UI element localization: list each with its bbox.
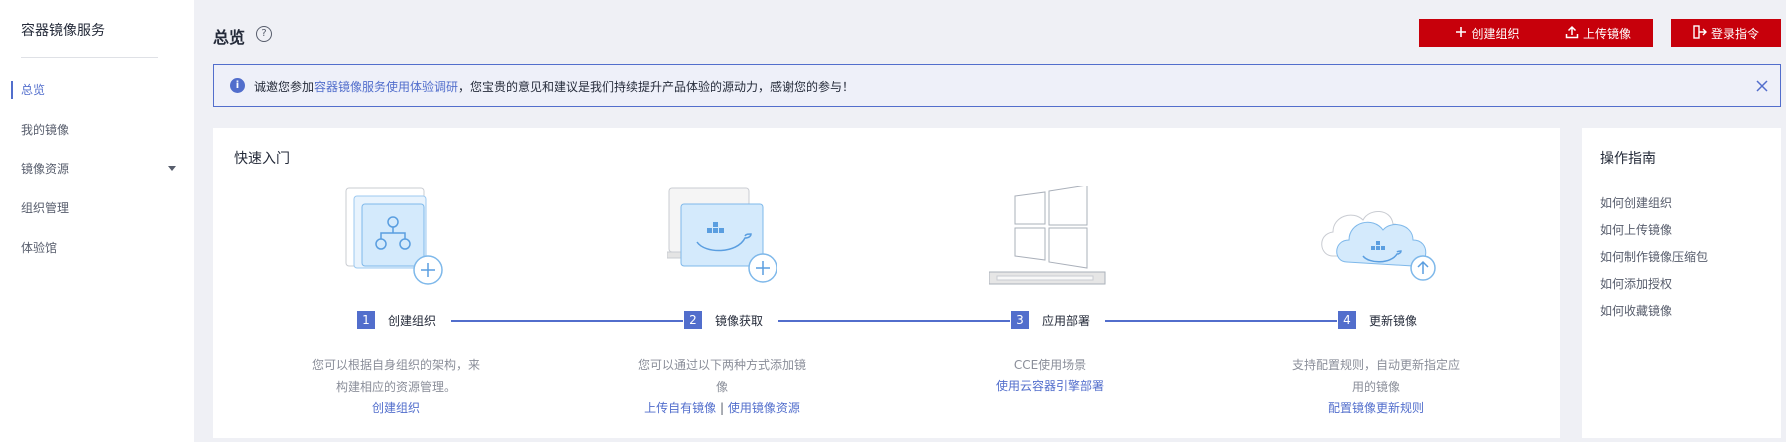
step-number: 1 bbox=[357, 311, 375, 329]
sidebar-item-org-management[interactable]: 组织管理 bbox=[21, 198, 181, 218]
update-image-illustration bbox=[1321, 211, 1436, 281]
step-number: 4 bbox=[1338, 311, 1356, 329]
guide-link-upload-image[interactable]: 如何上传镜像 bbox=[1600, 221, 1672, 238]
login-command-label: 登录指令 bbox=[1710, 26, 1759, 41]
step-connector bbox=[778, 320, 1010, 322]
step-label: 应用部署 bbox=[1042, 314, 1091, 328]
step-connector bbox=[451, 320, 683, 322]
use-cce-deploy-link[interactable]: 使用云容器引擎部署 bbox=[996, 379, 1104, 393]
plus-icon bbox=[1455, 26, 1467, 41]
step-label: 更新镜像 bbox=[1369, 314, 1418, 328]
step-links: 上传自有镜像 | 使用镜像资源 bbox=[632, 399, 812, 416]
quickstart-title: 快速入门 bbox=[234, 151, 290, 167]
service-title: 容器镜像服务 bbox=[21, 23, 105, 39]
image-acquire-illustration bbox=[667, 187, 777, 283]
sidebar-item-overview[interactable]: 总览 bbox=[11, 80, 181, 100]
login-icon bbox=[1693, 24, 1707, 42]
operation-guide-card: 操作指南 如何创建组织 如何上传镜像 如何制作镜像压缩包 如何添加授权 如何收藏… bbox=[1582, 128, 1781, 438]
sidebar-item-label: 镜像资源 bbox=[21, 162, 70, 176]
sidebar-item-my-images[interactable]: 我的镜像 bbox=[21, 120, 181, 140]
link-separator: | bbox=[719, 401, 725, 415]
banner-suffix: ，您宝贵的意见和建议是我们持续提升产品体验的源动力，感谢您的参与！ bbox=[458, 80, 855, 94]
guide-link-add-auth[interactable]: 如何添加授权 bbox=[1600, 275, 1672, 292]
guide-link-make-package[interactable]: 如何制作镜像压缩包 bbox=[1600, 248, 1708, 265]
create-org-link[interactable]: 创建组织 bbox=[372, 401, 420, 415]
sidebar-divider bbox=[21, 57, 158, 58]
create-org-label: 创建组织 bbox=[1471, 26, 1520, 41]
step-connector bbox=[1105, 320, 1337, 322]
step-description: CCE使用场景 bbox=[1013, 358, 1087, 372]
guide-link-favorite-image[interactable]: 如何收藏镜像 bbox=[1600, 302, 1672, 319]
sidebar-item-experience[interactable]: 体验馆 bbox=[21, 238, 181, 258]
step-description: 您可以根据自身组织的架构，来构建相应的资源管理。 bbox=[311, 358, 480, 394]
step-links: 创建组织 bbox=[326, 399, 466, 416]
survey-link[interactable]: 容器镜像服务使用体验调研 bbox=[314, 80, 458, 94]
create-org-illustration bbox=[345, 187, 443, 285]
login-command-button[interactable]: 登录指令 bbox=[1671, 19, 1781, 47]
info-icon: i bbox=[230, 78, 245, 93]
sidebar-item-image-resources[interactable]: 镜像资源 bbox=[21, 159, 181, 179]
close-icon[interactable] bbox=[1756, 74, 1768, 97]
use-image-resources-link[interactable]: 使用镜像资源 bbox=[728, 401, 800, 415]
create-org-button[interactable]: 创建组织 bbox=[1419, 19, 1556, 47]
upload-own-image-link[interactable]: 上传自有镜像 bbox=[644, 401, 716, 415]
banner-text: 诚邀您参加容器镜像服务使用体验调研，您宝贵的意见和建议是我们持续提升产品体验的源… bbox=[254, 78, 854, 95]
help-icon[interactable]: ? bbox=[256, 26, 272, 42]
step-links: 使用云容器引擎部署 bbox=[955, 377, 1145, 394]
caret-down-icon bbox=[168, 166, 176, 171]
survey-banner: i 诚邀您参加容器镜像服务使用体验调研，您宝贵的意见和建议是我们持续提升产品体验… bbox=[213, 64, 1781, 107]
quickstart-card: 快速入门 1 创建组织 2 镜像获取 3 应用部署 4 更新镜像 您可以根据自身… bbox=[213, 128, 1560, 438]
upload-icon bbox=[1565, 25, 1579, 42]
step-description: 您可以通过以下两种方式添加镜像 bbox=[637, 358, 806, 394]
step-description: 支持配置规则，自动更新指定应用的镜像 bbox=[1291, 358, 1460, 394]
config-update-rule-link[interactable]: 配置镜像更新规则 bbox=[1328, 401, 1424, 415]
upload-image-label: 上传镜像 bbox=[1582, 26, 1631, 41]
step-number: 2 bbox=[684, 311, 702, 329]
step-label: 镜像获取 bbox=[715, 314, 764, 328]
guide-title: 操作指南 bbox=[1600, 151, 1656, 167]
step-links: 配置镜像更新规则 bbox=[1296, 399, 1456, 416]
page-title: 总览 bbox=[213, 28, 246, 47]
step-label: 创建组织 bbox=[388, 314, 437, 328]
upload-image-button[interactable]: 上传镜像 bbox=[1543, 19, 1653, 47]
guide-link-create-org[interactable]: 如何创建组织 bbox=[1600, 194, 1672, 211]
sidebar: 容器镜像服务 总览 我的镜像 镜像资源 组织管理 体验馆 bbox=[0, 0, 194, 442]
deploy-illustration bbox=[989, 186, 1106, 285]
step-number: 3 bbox=[1011, 311, 1029, 329]
banner-prefix: 诚邀您参加 bbox=[254, 80, 315, 94]
